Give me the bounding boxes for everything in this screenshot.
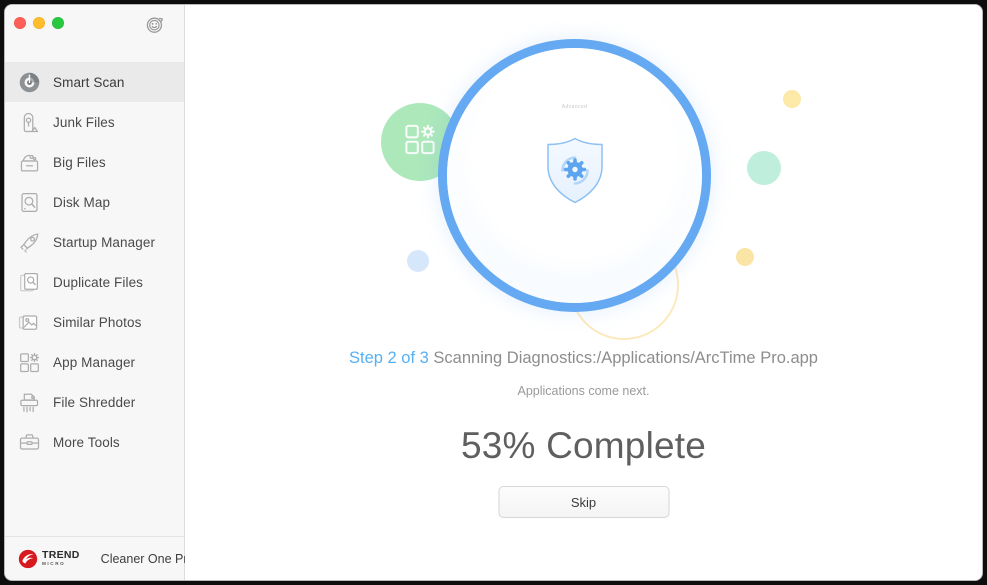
duplicate-files-icon [16,269,42,295]
sidebar-item-app-manager[interactable]: App Manager [5,342,184,382]
sidebar-item-file-shredder[interactable]: File Shredder [5,382,184,422]
sidebar-item-similar-photos[interactable]: Similar Photos [5,302,184,342]
app-window: Smart Scan Junk Files Big Files Disk Map… [5,5,982,580]
minimize-window-button[interactable] [33,17,45,29]
sidebar: Smart Scan Junk Files Big Files Disk Map… [5,5,194,580]
sidebar-item-label: App Manager [53,354,136,370]
bubble-blue-left [407,250,429,272]
smiley-feedback-icon[interactable] [145,15,165,35]
sidebar-item-label: Disk Map [53,194,111,210]
sidebar-item-more-tools[interactable]: More Tools [5,422,184,462]
sidebar-item-label: Startup Manager [53,234,156,250]
sidebar-item-big-files[interactable]: Big Files [5,142,184,182]
status-line: Step 2 of 3 Scanning Diagnostics:/Applic… [185,349,982,368]
status-step: Step 2 of 3 [349,349,429,367]
junk-files-icon [16,109,42,135]
sidebar-item-disk-map[interactable]: Disk Map [5,182,184,222]
app-manager-icon [16,349,42,375]
similar-photos-icon [16,309,42,335]
bubble-yellow-top [783,90,801,108]
sidebar-item-startup-manager[interactable]: Startup Manager [5,222,184,262]
sidebar-item-label: Big Files [53,154,106,170]
brand-name: TREND [42,549,80,562]
sidebar-item-label: Smart Scan [53,74,125,90]
app-manager-icon [401,121,439,164]
maximize-window-button[interactable] [52,17,64,29]
sidebar-item-duplicate-files[interactable]: Duplicate Files [5,262,184,302]
close-window-button[interactable] [14,17,26,29]
shield-gear-icon [542,135,608,210]
sidebar-nav: Smart Scan Junk Files Big Files Disk Map… [5,62,184,462]
trend-micro-logo-icon [18,549,38,569]
product-name: Cleaner One Pro [100,551,195,566]
progress-percent-label: 53% Complete [460,425,707,466]
scan-progress-ring: Advanced [438,39,711,312]
status-detail: Scanning Diagnostics:/Applications/ArcTi… [433,349,818,367]
sidebar-item-junk-files[interactable]: Junk Files [5,102,184,142]
sidebar-item-label: File Shredder [53,394,136,410]
sidebar-item-label: Duplicate Files [53,274,144,290]
window-traffic-lights [14,17,64,29]
sidebar-item-label: Similar Photos [53,314,142,330]
sidebar-item-smart-scan[interactable]: Smart Scan [5,62,184,102]
rocket-icon [16,229,42,255]
status-subtext: Applications come next. [517,384,650,398]
bubble-yellow-bottom [736,248,754,266]
bubble-mint [747,151,781,185]
sidebar-item-label: More Tools [53,434,120,450]
skip-button[interactable]: Skip [498,486,669,518]
sidebar-item-label: Junk Files [53,114,115,130]
file-shredder-icon [16,389,42,415]
smart-scan-icon [16,69,42,95]
brand-sub: MICRO [42,561,66,567]
toolbox-icon [16,429,42,455]
main-content: Advanced Step 2 of 3 Scanning Diagnostic… [185,5,982,580]
brand-wordmark: TREND MICRO [42,550,80,567]
disk-map-icon [16,189,42,215]
big-files-icon [16,149,42,175]
sidebar-footer: TREND MICRO Cleaner One Pro [5,536,194,580]
scan-stage-label: Advanced [561,104,588,110]
